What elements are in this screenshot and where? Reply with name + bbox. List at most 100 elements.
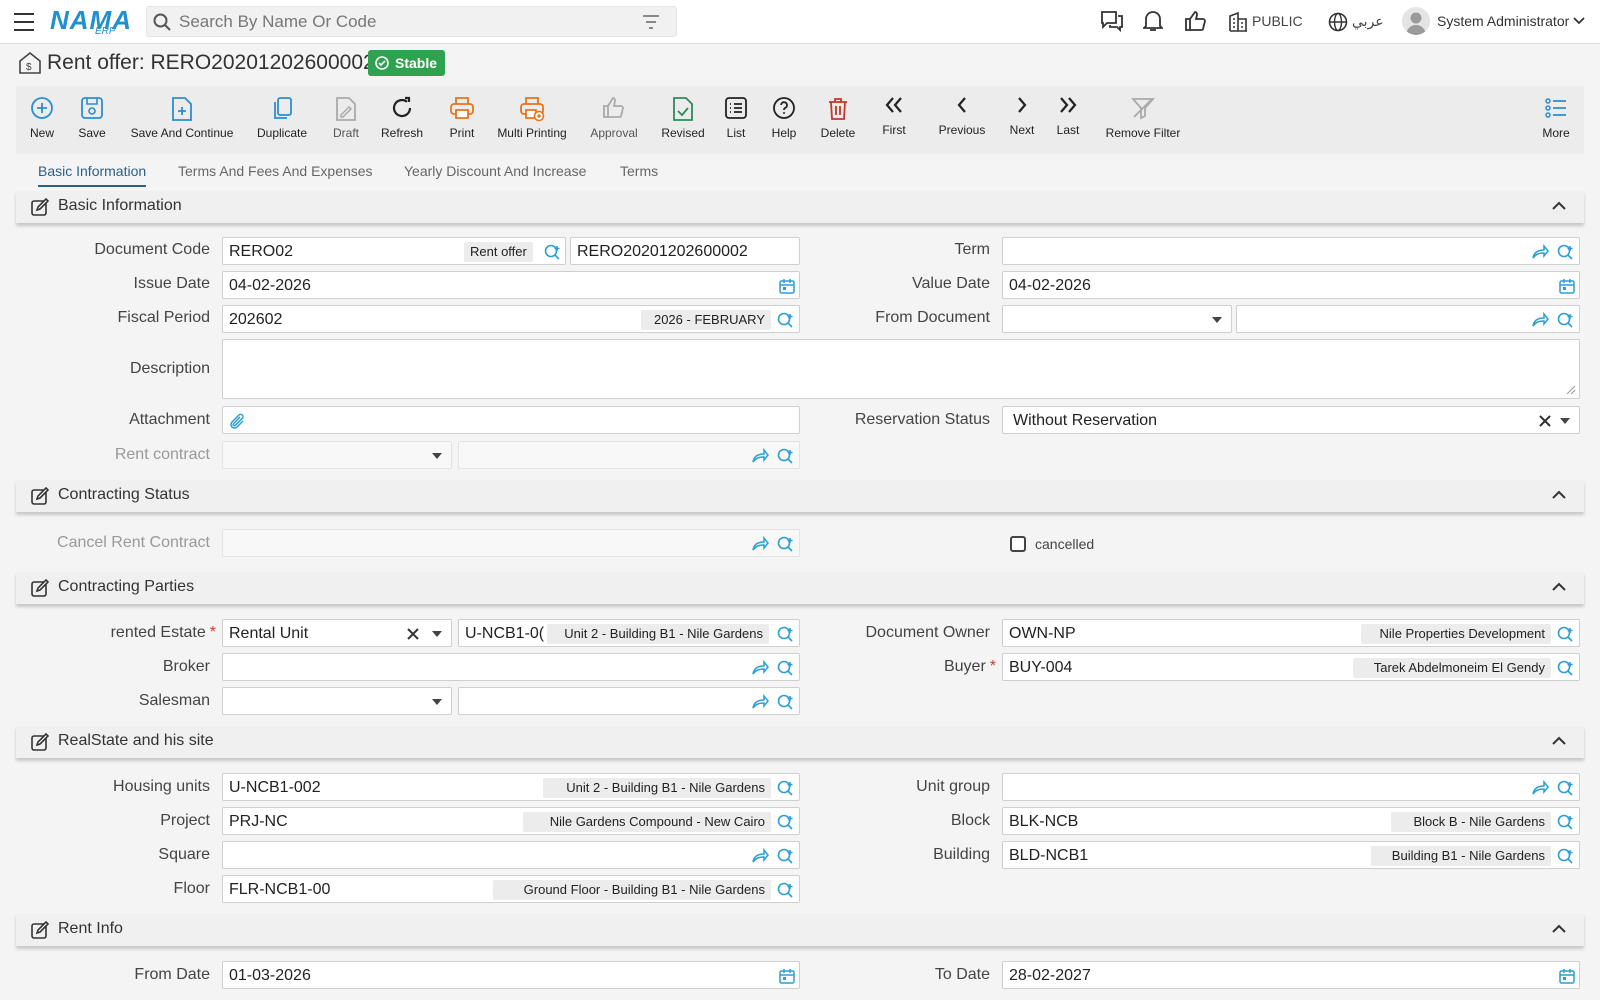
calendar-icon[interactable] <box>779 968 795 984</box>
from-date-field[interactable]: 01-03-2026 <box>222 961 800 989</box>
save-and-continue-button[interactable]: Save And Continue <box>128 86 236 154</box>
lookup-icon[interactable] <box>544 244 562 260</box>
next-button[interactable]: Next <box>1004 86 1040 154</box>
floor-field[interactable]: FLR-NCB1-00 Ground Floor - Building B1 -… <box>222 875 800 903</box>
section-basic-information[interactable]: Basic Information <box>16 191 1584 223</box>
multi-printing-button[interactable]: Multi Printing <box>494 86 570 154</box>
tab-yearly-discount-increase[interactable]: Yearly Discount And Increase <box>404 163 586 179</box>
calendar-icon[interactable] <box>1559 278 1575 294</box>
print-button[interactable]: Print <box>442 86 482 154</box>
list-button[interactable]: List <box>720 86 752 154</box>
duplicate-button[interactable]: Duplicate <box>253 86 311 154</box>
share-arrow-icon[interactable] <box>1531 780 1549 796</box>
public-label[interactable]: PUBLIC <box>1252 13 1303 29</box>
unit-group-field[interactable] <box>1002 773 1580 801</box>
to-date-field[interactable]: 28-02-2027 <box>1002 961 1580 989</box>
help-button[interactable]: Help <box>768 86 800 154</box>
share-arrow-icon[interactable] <box>751 694 769 710</box>
language-switch[interactable]: عربي <box>1352 13 1384 30</box>
lookup-icon[interactable] <box>777 814 795 830</box>
term-field[interactable] <box>1002 237 1580 265</box>
new-button[interactable]: New <box>22 86 62 154</box>
lookup-icon[interactable] <box>1557 848 1575 864</box>
issue-date-field[interactable]: 04-02-2026 <box>222 271 800 299</box>
building-field[interactable]: BLD-NCB1 Building B1 - Nile Gardens <box>1002 841 1580 869</box>
caret-down-icon[interactable] <box>1560 418 1570 424</box>
section-realstate-site[interactable]: RealState and his site <box>16 726 1584 758</box>
share-arrow-icon[interactable] <box>751 448 769 464</box>
salesman-field[interactable] <box>458 687 800 715</box>
rent-contract-field[interactable] <box>458 441 800 469</box>
lookup-icon[interactable] <box>1557 626 1575 642</box>
search-icon[interactable] <box>153 13 171 31</box>
share-arrow-icon[interactable] <box>751 660 769 676</box>
save-button[interactable]: Save <box>72 86 112 154</box>
clear-icon[interactable] <box>1539 415 1551 427</box>
housing-units-field[interactable]: U-NCB1-002 Unit 2 - Building B1 - Nile G… <box>222 773 800 801</box>
share-arrow-icon[interactable] <box>751 536 769 552</box>
description-textarea[interactable] <box>222 339 1580 399</box>
square-field[interactable] <box>222 841 800 869</box>
thumbs-up-icon[interactable] <box>1184 10 1206 32</box>
buyer-field[interactable]: BUY-004 Tarek Abdelmoneim El Gendy <box>1002 653 1580 681</box>
chevron-up-icon[interactable] <box>1552 736 1566 745</box>
calendar-icon[interactable] <box>1559 968 1575 984</box>
share-arrow-icon[interactable] <box>751 848 769 864</box>
refresh-button[interactable]: Refresh <box>376 86 428 154</box>
calendar-icon[interactable] <box>779 278 795 294</box>
lookup-icon[interactable] <box>777 626 795 642</box>
building-icon[interactable] <box>1229 12 1247 32</box>
lookup-icon[interactable] <box>1557 660 1575 676</box>
section-contracting-parties[interactable]: Contracting Parties <box>16 572 1584 604</box>
salesman-type-select[interactable] <box>222 687 452 715</box>
chevron-up-icon[interactable] <box>1552 201 1566 210</box>
reservation-status-select[interactable]: Without Reservation <box>1002 406 1580 434</box>
revised-button[interactable]: Revised <box>658 86 708 154</box>
resize-handle-icon[interactable] <box>1566 385 1576 395</box>
delete-button[interactable]: Delete <box>818 86 858 154</box>
lookup-icon[interactable] <box>777 848 795 864</box>
caret-down-icon[interactable] <box>432 631 442 637</box>
draft-button[interactable]: Draft <box>326 86 366 154</box>
chevron-down-icon[interactable] <box>1573 17 1585 25</box>
tab-terms-fees-expenses[interactable]: Terms And Fees And Expenses <box>178 163 373 179</box>
broker-field[interactable] <box>222 653 800 681</box>
document-owner-field[interactable]: OWN-NP Nile Properties Development <box>1002 619 1580 647</box>
globe-icon[interactable] <box>1328 12 1348 32</box>
chat-icon[interactable] <box>1100 10 1124 32</box>
cancelled-checkbox[interactable] <box>1010 536 1026 552</box>
nama-erp-logo[interactable]: NAMA ERP <box>50 5 131 37</box>
section-rent-info[interactable]: Rent Info <box>16 914 1584 946</box>
chevron-up-icon[interactable] <box>1552 490 1566 499</box>
lookup-icon[interactable] <box>777 312 795 328</box>
tab-terms[interactable]: Terms <box>620 163 658 179</box>
last-button[interactable]: Last <box>1052 86 1084 154</box>
document-code-field[interactable]: RERO02 Rent offer <box>222 237 566 265</box>
lookup-icon[interactable] <box>1557 244 1575 260</box>
paperclip-icon[interactable] <box>229 413 247 431</box>
rent-contract-type-select[interactable] <box>222 441 452 469</box>
from-document-field[interactable] <box>1236 305 1580 333</box>
bell-icon[interactable] <box>1143 10 1163 32</box>
filter-icon[interactable] <box>643 15 659 29</box>
lookup-icon[interactable] <box>777 882 795 898</box>
section-contracting-status[interactable]: Contracting Status <box>16 480 1584 512</box>
lookup-icon[interactable] <box>777 780 795 796</box>
block-field[interactable]: BLK-NCB Block B - Nile Gardens <box>1002 807 1580 835</box>
share-arrow-icon[interactable] <box>1531 244 1549 260</box>
attachment-field[interactable] <box>222 406 800 434</box>
chevron-up-icon[interactable] <box>1552 924 1566 933</box>
rented-estate-field[interactable]: U-NCB1-0( Unit 2 - Building B1 - Nile Ga… <box>458 619 800 647</box>
approval-button[interactable]: Approval <box>587 86 641 154</box>
rented-estate-type-select[interactable]: Rental Unit <box>222 619 452 647</box>
user-name[interactable]: System Administrator <box>1437 13 1569 29</box>
hamburger-menu-icon[interactable] <box>14 13 34 31</box>
lookup-icon[interactable] <box>1557 814 1575 830</box>
search-input[interactable] <box>179 7 629 36</box>
project-field[interactable]: PRJ-NC Nile Gardens Compound - New Cairo <box>222 807 800 835</box>
lookup-icon[interactable] <box>1557 780 1575 796</box>
more-button[interactable]: More <box>1538 86 1574 154</box>
fiscal-period-field[interactable]: 202602 2026 - FEBRUARY <box>222 305 800 333</box>
remove-filter-button[interactable]: Remove Filter <box>1096 86 1190 154</box>
lookup-icon[interactable] <box>1557 312 1575 328</box>
